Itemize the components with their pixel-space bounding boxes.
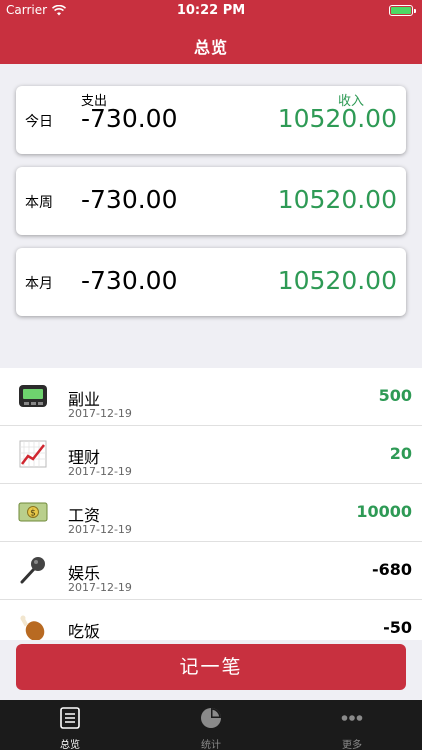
date-label: 2017-12-19 (68, 407, 132, 420)
battery-icon (389, 5, 416, 16)
list-item[interactable]: $ 工资 2017-12-19 10000 (0, 484, 422, 542)
microphone-icon (20, 557, 45, 584)
top-bar: Carrier 10:22 PM 总览 (0, 0, 422, 64)
amount-value: 500 (378, 386, 412, 405)
chart-increasing-icon (19, 440, 47, 468)
tab-label: 更多 (342, 740, 362, 750)
tab-label: 统计 (201, 740, 221, 750)
tab-overview[interactable]: 总览 (0, 700, 140, 750)
list-item[interactable]: 理财 2017-12-19 20 (0, 426, 422, 484)
income-value: 10520.00 (277, 185, 397, 214)
expense-value: -730.00 (81, 104, 178, 133)
transaction-list[interactable]: 副业 2017-12-19 500 理财 2017-12-19 20 $ 工资 … (0, 368, 422, 640)
summary-card-month: 本月 -730.00 10520.00 (16, 248, 406, 316)
page-title: 总览 (193, 38, 228, 57)
more-dots-icon (341, 715, 363, 721)
tab-statistics[interactable]: 统计 (141, 700, 281, 750)
tab-more[interactable]: 更多 (282, 700, 422, 750)
period-label: 今日 (25, 114, 53, 130)
dollar-banknote-icon: $ (18, 502, 48, 522)
status-bar: Carrier 10:22 PM (0, 0, 422, 22)
poultry-leg-icon (20, 615, 45, 640)
expense-value: -730.00 (81, 185, 178, 214)
date-label: 2017-12-19 (68, 581, 132, 594)
list-item[interactable]: 吃饭 -50 (0, 600, 422, 640)
status-time: 10:22 PM (176, 3, 246, 18)
amount-value: -680 (371, 560, 412, 579)
date-label: 2017-12-19 (68, 465, 132, 478)
summary-card-week: 本周 -730.00 10520.00 (16, 167, 406, 235)
pager-icon (19, 385, 47, 407)
list-icon (60, 707, 80, 729)
income-value: 10520.00 (277, 104, 397, 133)
amount-value: 20 (389, 444, 412, 463)
svg-text:$: $ (30, 509, 36, 519)
category-label: 吃饭 (68, 622, 101, 640)
summary-card-today: 支出 收入 今日 -730.00 10520.00 (16, 86, 406, 154)
tab-label: 总览 (60, 740, 80, 750)
pie-chart-icon (201, 708, 221, 728)
expense-value: -730.00 (81, 266, 178, 295)
list-item[interactable]: 副业 2017-12-19 500 (0, 368, 422, 426)
add-entry-button[interactable]: 记一笔 (16, 644, 406, 690)
date-label: 2017-12-19 (68, 523, 132, 536)
amount-value: 10000 (356, 502, 412, 521)
income-value: 10520.00 (277, 266, 397, 295)
tab-bar: 总览 统计 更多 (0, 700, 422, 750)
period-label: 本月 (25, 276, 53, 292)
list-item[interactable]: 娱乐 2017-12-19 -680 (0, 542, 422, 600)
add-button-area: 记一笔 (0, 640, 422, 700)
amount-value: -50 (383, 618, 412, 637)
period-label: 本周 (25, 195, 53, 211)
